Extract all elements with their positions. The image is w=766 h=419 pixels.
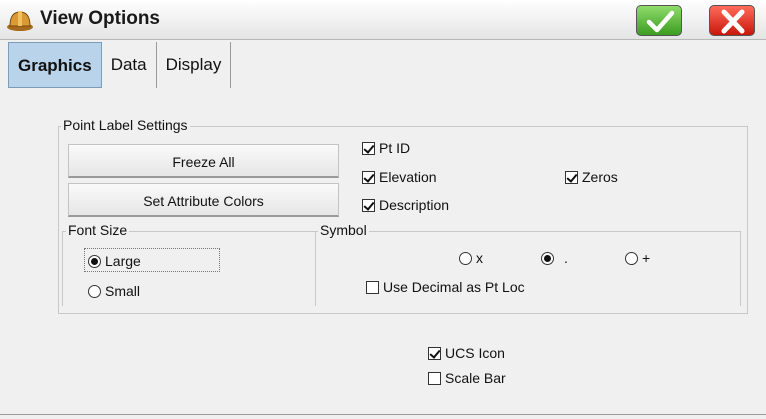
ok-button[interactable] xyxy=(636,5,682,36)
pt-id-label: Pt ID xyxy=(379,140,411,156)
title-bar: View Options xyxy=(0,0,766,40)
pt-id-check-box[interactable] xyxy=(362,141,375,155)
zeros-check-box[interactable] xyxy=(565,170,578,184)
scale-bar-label: Scale Bar xyxy=(445,370,506,386)
freeze-all-button[interactable]: Freeze All xyxy=(68,144,339,178)
tab-display[interactable]: Display xyxy=(157,42,232,88)
description-label: Description xyxy=(379,197,450,213)
use-decimal-check-box[interactable] xyxy=(366,280,379,294)
elevation-check-box[interactable] xyxy=(362,170,375,184)
zeros-label: Zeros xyxy=(582,169,618,185)
bottom-border xyxy=(0,414,766,415)
symbol-x-radio[interactable]: x xyxy=(459,250,483,266)
large-radio[interactable]: Large xyxy=(88,253,141,269)
font-size-label: Font Size xyxy=(66,222,130,238)
checkmark-icon xyxy=(646,10,675,33)
large-label: Large xyxy=(105,253,141,269)
zeros-checkbox[interactable]: Zeros xyxy=(565,169,618,185)
small-label: Small xyxy=(105,283,141,299)
elevation-label: Elevation xyxy=(379,169,437,185)
ucs-icon-checkbox[interactable]: UCS Icon xyxy=(428,345,505,361)
symbol-x-label: x xyxy=(476,250,483,266)
pt-id-checkbox[interactable]: Pt ID xyxy=(362,140,410,156)
hardhat-icon xyxy=(7,11,33,31)
tab-graphics[interactable]: Graphics xyxy=(8,42,102,88)
small-radio-button[interactable] xyxy=(88,284,101,298)
tab-data[interactable]: Data xyxy=(102,42,157,88)
large-radio-button[interactable] xyxy=(88,254,101,268)
symbol-label: Symbol xyxy=(318,222,369,238)
symbol-plus-label: + xyxy=(642,250,651,266)
close-icon xyxy=(721,9,745,34)
point-label-settings-label: Point Label Settings xyxy=(61,117,190,133)
set-attribute-colors-button[interactable]: Set Attribute Colors xyxy=(68,183,339,217)
ucs-icon-check-box[interactable] xyxy=(428,346,441,360)
description-checkbox[interactable]: Description xyxy=(362,197,449,213)
small-radio[interactable]: Small xyxy=(88,283,140,299)
symbol-x-radio-button[interactable] xyxy=(459,251,472,265)
tab-bar: Graphics Data Display xyxy=(8,42,232,90)
use-decimal-checkbox[interactable]: Use Decimal as Pt Loc xyxy=(366,279,525,295)
symbol-plus-radio[interactable]: + xyxy=(625,250,650,266)
ucs-icon-label: UCS Icon xyxy=(445,345,505,361)
symbol-plus-radio-button[interactable] xyxy=(625,251,638,265)
elevation-checkbox[interactable]: Elevation xyxy=(362,169,437,185)
symbol-dot-radio-button[interactable] xyxy=(541,251,554,265)
scale-bar-checkbox[interactable]: Scale Bar xyxy=(428,370,506,386)
cancel-button[interactable] xyxy=(709,5,755,36)
description-check-box[interactable] xyxy=(362,198,375,212)
use-decimal-label: Use Decimal as Pt Loc xyxy=(383,279,525,295)
scale-bar-check-box[interactable] xyxy=(428,371,441,385)
symbol-dot-radio[interactable]: . xyxy=(541,250,568,266)
symbol-dot-label: . xyxy=(564,250,568,266)
window-title: View Options xyxy=(40,8,161,29)
